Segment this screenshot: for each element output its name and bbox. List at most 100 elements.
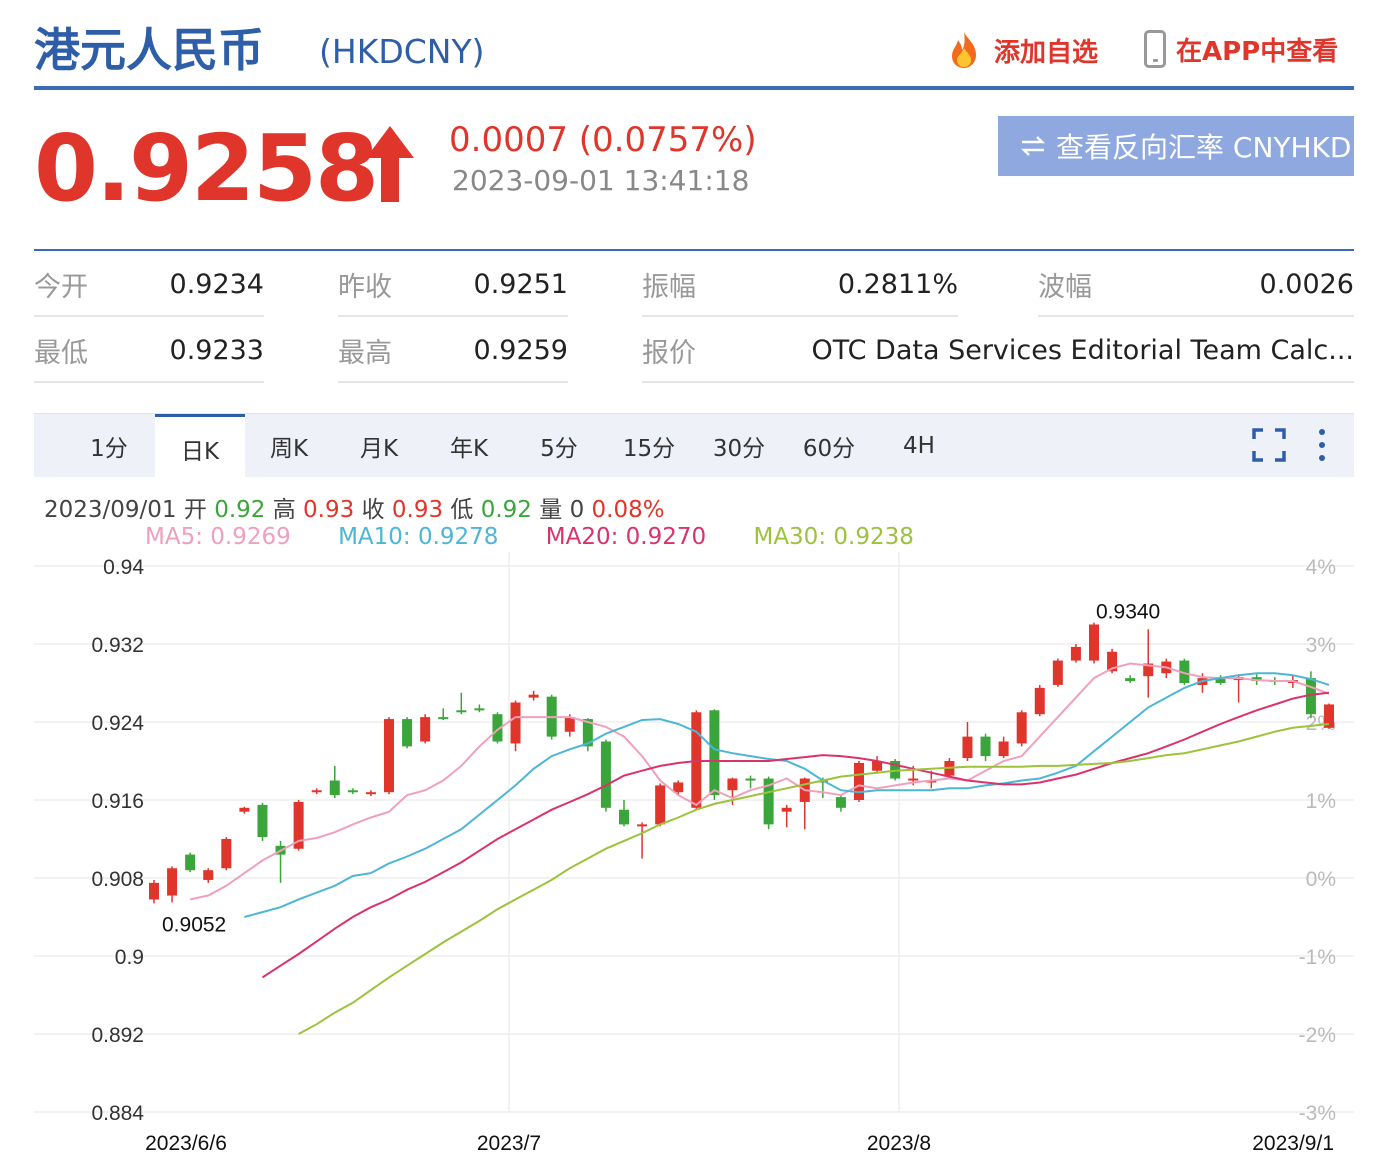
more-options-icon[interactable]: [1314, 428, 1330, 462]
ohlc-pct: 0.08%: [591, 497, 665, 523]
stat-amplitude-value: 0.2811%: [837, 268, 958, 300]
ohlc-low: 0.92: [480, 497, 532, 523]
fullscreen-icon[interactable]: [1252, 428, 1286, 462]
stat-open: 今开 0.9234: [34, 253, 264, 317]
view-in-app-button[interactable]: 在APP中查看: [1144, 30, 1338, 68]
y-tick-label: 0.932: [91, 634, 144, 657]
ohlc-high-label: 高: [272, 497, 296, 523]
tab-4h[interactable]: 4H: [874, 414, 964, 478]
y-tick-right-label: 1%: [1306, 790, 1336, 813]
quote-time: 2023-09-01 13:41:18: [452, 164, 750, 197]
ma30-label: MA30: 0.9238: [753, 524, 914, 550]
stat-low: 最低 0.9233: [34, 319, 264, 383]
tab-15min[interactable]: 15分: [604, 414, 694, 478]
tab-5min[interactable]: 5分: [514, 414, 604, 478]
tab-weekly[interactable]: 周K: [244, 414, 334, 478]
candle-body: [438, 717, 449, 720]
section-divider: [34, 249, 1354, 251]
page-header: 港元人民币 (HKDCNY) 添加自选 在APP中查看: [34, 10, 1354, 90]
candle-body: [980, 736, 991, 757]
ma-legend: MA5: 0.9269 MA10: 0.9278 MA20: 0.9270 MA…: [145, 524, 954, 550]
add-watchlist-label: 添加自选: [994, 37, 1099, 68]
y-tick-label: 0.9: [115, 946, 144, 969]
candle-body: [384, 719, 394, 793]
y-tick-right-label: -1%: [1299, 946, 1336, 969]
ohlc-open-label: 开: [183, 497, 207, 523]
reverse-rate-button[interactable]: 查看反向汇率 CNYHKD: [998, 116, 1354, 176]
tab-monthly[interactable]: 月K: [334, 414, 424, 478]
stat-quote-source-label: 报价: [642, 337, 696, 369]
x-tick-label: 2023/8: [867, 1132, 931, 1152]
current-price: 0.9258: [34, 115, 379, 222]
candle-body: [1125, 678, 1136, 682]
y-tick-right-label: 3%: [1306, 634, 1336, 657]
candle-body: [149, 882, 159, 900]
y-tick-right-label: -3%: [1299, 1102, 1336, 1125]
stat-quote-source: 报价 OTC Data Services Editorial Team Calc…: [642, 319, 1354, 383]
swap-icon: [1020, 136, 1046, 156]
candle-body: [908, 778, 919, 781]
stat-range-label: 波幅: [1038, 271, 1092, 303]
y-tick-right-label: -2%: [1299, 1024, 1336, 1047]
stat-prev-close-label: 昨收: [338, 271, 392, 303]
tab-yearly[interactable]: 年K: [424, 414, 514, 478]
tab-30min[interactable]: 30分: [694, 414, 784, 478]
candle-body: [365, 792, 376, 795]
add-watchlist-button[interactable]: 添加自选: [944, 30, 1098, 70]
ohlc-vol-label: 量: [539, 497, 563, 523]
stat-low-value: 0.9233: [169, 334, 264, 366]
price-change: 0.0007 (0.0757%): [449, 120, 757, 160]
candle-body: [564, 717, 575, 732]
candle-body: [1070, 646, 1081, 661]
y-tick-label: 0.94: [103, 556, 144, 579]
high-annotation: 0.9340: [1096, 601, 1160, 624]
candle-body: [420, 717, 431, 742]
stat-low-label: 最低: [34, 337, 88, 369]
stat-high: 最高 0.9259: [338, 319, 568, 383]
stat-amplitude-label: 振幅: [642, 271, 696, 303]
y-tick-right-label: 0%: [1306, 868, 1336, 891]
candle-body: [709, 710, 720, 796]
candle-body: [474, 708, 485, 711]
candle-body: [1089, 624, 1099, 661]
ohlc-open: 0.92: [214, 497, 266, 523]
candle-body: [1034, 687, 1045, 715]
candle-body: [347, 790, 358, 793]
candle-body: [1016, 712, 1027, 744]
stat-range: 波幅 0.0026: [1038, 253, 1354, 317]
candle-body: [835, 797, 846, 808]
tab-1min[interactable]: 1分: [64, 414, 154, 478]
candle-body: [456, 710, 467, 713]
candle-body: [637, 824, 648, 827]
ohlc-low-label: 低: [450, 497, 474, 523]
candle-body: [167, 868, 178, 896]
x-tick-label: 2023/7: [477, 1132, 541, 1152]
ma5-label: MA5: 0.9269: [145, 524, 291, 550]
candle-body: [745, 778, 756, 781]
candle-body: [998, 741, 1009, 757]
low-annotation: 0.9052: [162, 913, 226, 936]
candle-body: [510, 702, 521, 744]
ma5-line: [189, 662, 1330, 901]
tab-daily[interactable]: 日K: [155, 414, 245, 480]
period-tabs: 1分 日K 周K 月K 年K 5分 15分 30分 60分 4H: [34, 413, 1354, 480]
ma10-label: MA10: 0.9278: [338, 524, 499, 550]
ohlc-close-label: 收: [361, 497, 385, 523]
candle-body: [402, 719, 413, 747]
candle-body: [239, 807, 250, 812]
y-tick-label: 0.884: [91, 1102, 144, 1125]
view-in-app-label: 在APP中查看: [1176, 36, 1339, 67]
ma20-label: MA20: 0.9270: [545, 524, 707, 550]
candle-body: [619, 809, 629, 825]
kline-chart[interactable]: 0.94 4%0.932 3%0.924 2%0.916 1%0.908 0%0.9 -1%…: [34, 552, 1354, 1152]
candle-body: [311, 790, 322, 793]
ma30-line: [298, 723, 1330, 1035]
candle-body: [854, 762, 864, 800]
candle-body: [655, 785, 666, 825]
candle-body: [673, 782, 684, 793]
up-arrow-icon: [366, 126, 414, 202]
tab-60min[interactable]: 60分: [784, 414, 874, 478]
page-title: 港元人民币: [34, 23, 264, 77]
stat-prev-close-value: 0.9251: [473, 268, 568, 300]
candle-body: [600, 741, 611, 808]
